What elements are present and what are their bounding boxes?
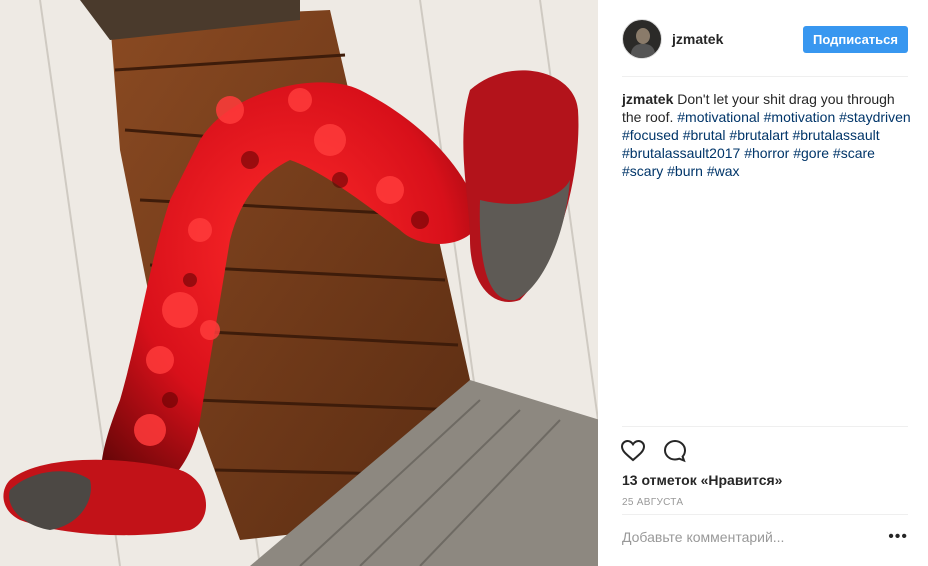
instagram-post: jzmatek Подписаться jzmatek Don't let yo… [0,0,928,566]
post-sidebar: jzmatek Подписаться jzmatek Don't let yo… [598,0,928,566]
caption-username[interactable]: jzmatek [622,91,673,107]
avatar[interactable] [622,19,662,59]
post-header: jzmatek Подписаться [622,18,908,60]
heart-icon[interactable] [620,438,646,464]
comment-bar: ••• [622,528,908,546]
avatar-face [636,28,650,44]
actions-divider [622,426,908,427]
comment-divider [622,514,908,515]
header-divider [622,76,908,77]
comment-icon[interactable] [662,438,688,464]
post-photo[interactable] [0,0,598,566]
post-image [0,0,598,566]
follow-button[interactable]: Подписаться [802,25,908,53]
more-options-icon[interactable]: ••• [888,528,908,546]
author-username[interactable]: jzmatek [672,31,803,47]
post-date: 25 АВГУСТА [622,497,684,508]
likes-count[interactable]: 13 отметок «Нравится» [622,472,782,488]
post-caption: jzmatek Don't let your shit drag you thr… [622,90,912,180]
avatar-body [631,44,655,58]
post-actions [620,438,688,464]
comment-input[interactable] [622,529,862,545]
